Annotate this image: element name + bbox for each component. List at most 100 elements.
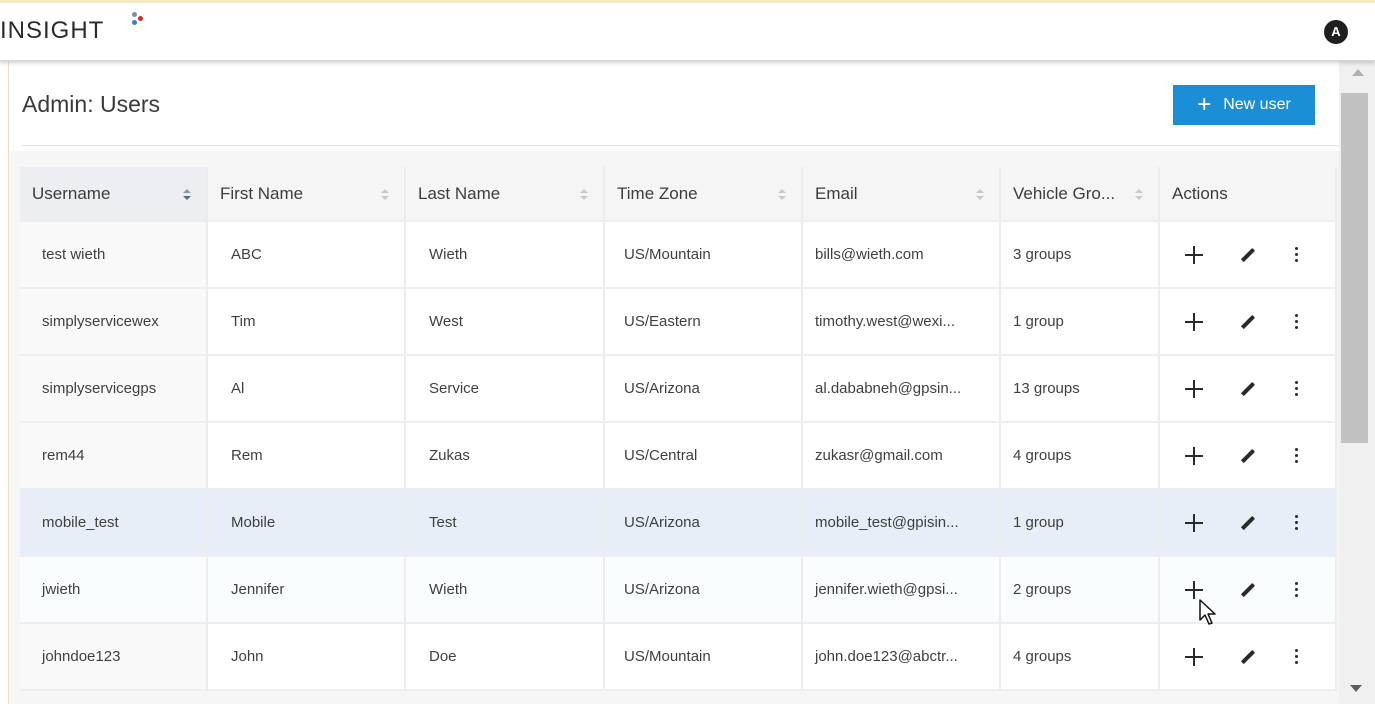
column-label: Username [32,183,111,203]
cell-username: johndoe123 [20,623,208,691]
cell-last-name: Test [405,489,605,557]
mouse-cursor-icon [1199,599,1216,625]
column-header-time-zone[interactable]: Time Zone [604,167,803,222]
cell-first-name: John [207,623,406,691]
cell-time-zone: US/Arizona [604,556,803,624]
cell-last-name: Wieth [405,221,605,289]
sort-icon[interactable] [1134,189,1144,203]
logo-text: INSIGHT [0,17,105,44]
cell-username: mobile_test [20,489,208,557]
cell-actions [1159,221,1337,289]
cell-vehicle-groups: 1 group [1000,288,1160,356]
column-label: Vehicle Gro... [1013,183,1116,203]
column-header-email[interactable]: Email [802,167,1001,222]
table-row[interactable]: mobile_test Mobile Test US/Arizona mobile_te… [20,489,1337,557]
app-logo[interactable]: INSIGHT [0,17,104,45]
column-header-first-name[interactable]: First Name [207,167,406,222]
cell-username: jwieth [20,556,208,624]
plus-icon[interactable] [1184,647,1204,667]
cell-vehicle-groups: 13 groups [1000,355,1160,423]
plus-icon[interactable] [1184,245,1204,265]
cell-last-name: Zukas [405,422,605,490]
column-label: Email [815,183,858,203]
cell-email: john.doe123@abctr... [802,623,1001,691]
row-actions [1160,624,1334,688]
row-actions [1160,423,1334,487]
cell-actions [1159,422,1337,490]
more-vertical-icon[interactable] [1295,312,1299,332]
cell-email: bills@wieth.com [802,221,1001,289]
cell-actions [1159,623,1337,691]
pencil-icon[interactable] [1237,580,1257,600]
sort-icon[interactable] [975,189,985,203]
cell-time-zone: US/Mountain [604,221,803,289]
scroll-down-arrow-icon[interactable] [1350,685,1362,692]
row-actions [1160,222,1334,286]
pencil-icon[interactable] [1237,312,1257,332]
cell-username: rem44 [20,422,208,490]
more-vertical-icon[interactable] [1295,245,1299,265]
scrollbar-thumb[interactable] [1341,93,1368,443]
cell-first-name: Jennifer [207,556,406,624]
column-header-vehicle-groups[interactable]: Vehicle Gro... [1000,167,1160,222]
vertical-scrollbar[interactable] [1339,61,1375,704]
cell-time-zone: US/Arizona [604,355,803,423]
cell-actions [1159,556,1337,624]
pencil-icon[interactable] [1237,245,1257,265]
table-row[interactable]: simplyservicewex Tim West US/Eastern timothy… [20,288,1337,356]
cell-last-name: Doe [405,623,605,691]
column-header-username[interactable]: Username [20,167,208,222]
row-actions [1160,289,1334,353]
cell-username: simplyservicewex [20,288,208,356]
column-header-actions: Actions [1159,167,1337,222]
plus-icon[interactable] [1184,379,1204,399]
table-row[interactable]: johndoe123 John Doe US/Mountain john.doe123@… [20,623,1337,691]
main-content: Admin: Users + New user Username First N… [9,61,1339,704]
table-row[interactable]: simplyservicegps Al Service US/Arizona al.da… [20,355,1337,423]
more-vertical-icon[interactable] [1295,513,1299,533]
sort-icon[interactable] [380,189,390,203]
table-row[interactable]: rem44 Rem Zukas US/Central zukasr@gmail.com 4… [20,422,1337,490]
row-actions [1160,557,1334,621]
sort-icon[interactable] [579,189,589,203]
column-label: Time Zone [617,183,698,203]
pencil-icon[interactable] [1237,446,1257,466]
cell-vehicle-groups: 2 groups [1000,556,1160,624]
column-header-last-name[interactable]: Last Name [405,167,605,222]
user-avatar[interactable]: A [1324,20,1348,44]
header-divider [22,145,1339,146]
cell-actions [1159,489,1337,557]
cell-first-name: Tim [207,288,406,356]
cell-username: simplyservicegps [20,355,208,423]
pencil-icon[interactable] [1237,513,1257,533]
more-vertical-icon[interactable] [1295,446,1299,466]
cell-email: zukasr@gmail.com [802,422,1001,490]
plus-icon[interactable] [1184,446,1204,466]
more-vertical-icon[interactable] [1295,379,1299,399]
sort-icon[interactable] [182,189,192,203]
table-row[interactable]: jwieth Jennifer Wieth US/Arizona jennifer.wi… [20,556,1337,624]
cell-last-name: West [405,288,605,356]
logo-dots-icon [132,10,162,30]
more-vertical-icon[interactable] [1295,647,1299,667]
new-user-button[interactable]: + New user [1173,85,1315,125]
more-vertical-icon[interactable] [1295,580,1299,600]
cell-vehicle-groups: 3 groups [1000,221,1160,289]
cell-first-name: Al [207,355,406,423]
pencil-icon[interactable] [1237,647,1257,667]
sort-icon[interactable] [777,189,787,203]
pencil-icon[interactable] [1237,379,1257,399]
scroll-up-arrow-icon[interactable] [1352,69,1364,76]
table-header-row: Username First Name Last Name Time Zone … [20,167,1337,222]
page-header: Admin: Users + New user [9,61,1339,151]
top-bar: INSIGHT A [0,0,1375,61]
column-label: Last Name [418,183,501,203]
cell-first-name: Rem [207,422,406,490]
table-row[interactable]: test wieth ABC Wieth US/Mountain bills@wieth… [20,221,1337,289]
plus-icon[interactable] [1184,312,1204,332]
cell-time-zone: US/Arizona [604,489,803,557]
plus-icon[interactable] [1184,513,1204,533]
cell-time-zone: US/Central [604,422,803,490]
plus-icon: + [1197,91,1212,118]
row-actions [1160,356,1334,420]
